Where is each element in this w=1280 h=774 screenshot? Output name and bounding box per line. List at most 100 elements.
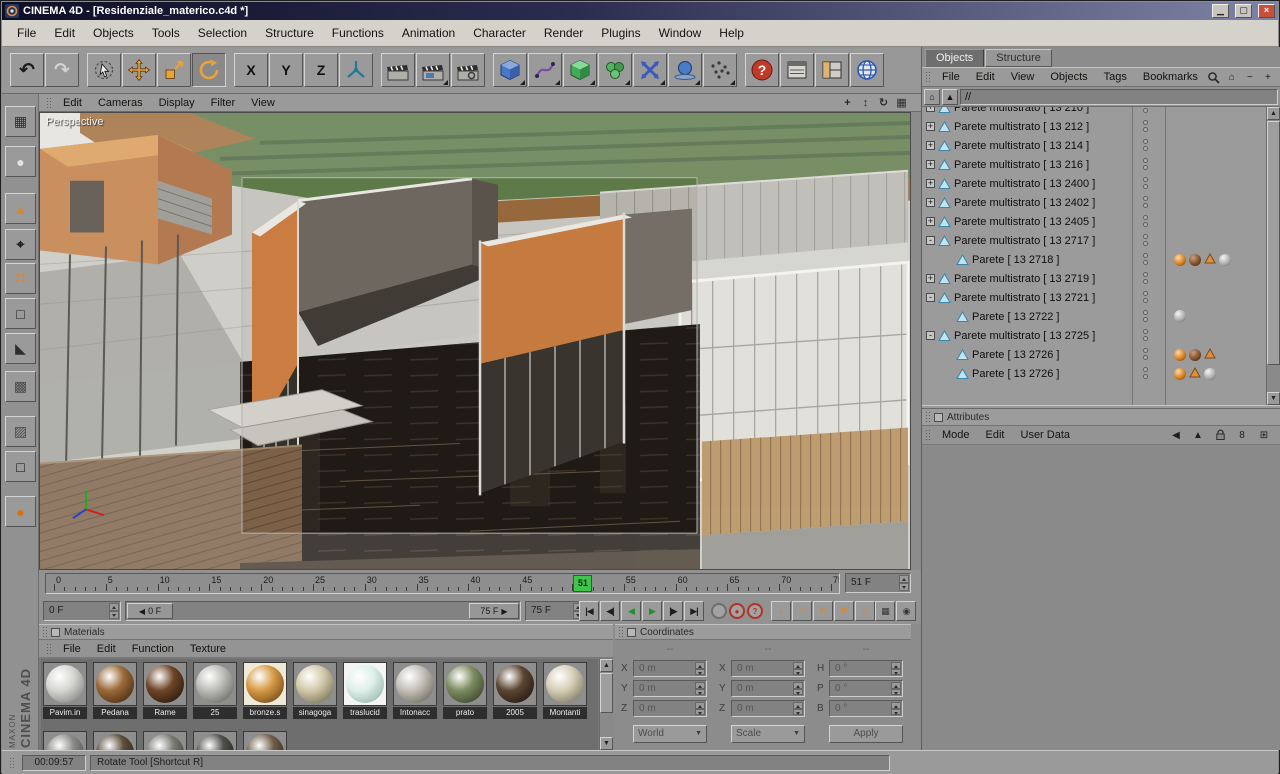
autokey-button[interactable]: ?: [747, 603, 763, 619]
object-row[interactable]: +Parete multistrato [ 13 2719 ]: [922, 269, 1266, 288]
menu-character[interactable]: Character: [464, 23, 535, 43]
key-position-button[interactable]: +: [771, 601, 791, 621]
add-deformer-button[interactable]: [633, 53, 667, 87]
render-visibility-dot[interactable]: [1143, 336, 1148, 341]
timeline-ruler[interactable]: 05101520253035404550556065707551: [45, 573, 840, 594]
object-manager-menu-file[interactable]: File: [934, 69, 968, 85]
render-visibility-dot[interactable]: [1143, 279, 1148, 284]
texture-tag-icon[interactable]: [1189, 254, 1201, 266]
live-selection-tool[interactable]: [87, 53, 121, 87]
home-icon[interactable]: ⌂: [1224, 70, 1240, 85]
tree-expand-toggle[interactable]: -: [926, 331, 935, 340]
expand-icon[interactable]: +: [1260, 70, 1276, 85]
editor-visibility-dot[interactable]: [1143, 196, 1148, 201]
add-modeling-button[interactable]: [598, 53, 632, 87]
material-item[interactable]: traslucid: [343, 662, 389, 719]
material-item[interactable]: bronze.s: [243, 662, 289, 719]
toggle-view-icon[interactable]: ▦: [894, 96, 909, 110]
undo-button[interactable]: ↶: [10, 53, 44, 87]
field-spinner[interactable]: [891, 702, 901, 715]
field-spinner[interactable]: [695, 662, 705, 675]
record-keyframe-button[interactable]: ●: [729, 603, 745, 619]
zoom-view-icon[interactable]: ↕: [858, 96, 873, 110]
material-item-partial[interactable]: [143, 731, 189, 750]
materials-menu-function[interactable]: Function: [124, 641, 182, 657]
texture-tag-icon[interactable]: [1174, 310, 1186, 322]
render-view-button[interactable]: [381, 53, 415, 87]
coordinates-pin[interactable]: [627, 628, 636, 637]
editor-visibility-dot[interactable]: [1143, 310, 1148, 315]
scroll-down-icon[interactable]: ▼: [1267, 392, 1280, 405]
layout-palette-button[interactable]: ▦: [5, 106, 36, 137]
viewport-menu-display[interactable]: Display: [151, 95, 203, 111]
material-item-partial[interactable]: [193, 731, 239, 750]
scroll-thumb[interactable]: [600, 673, 613, 713]
make-editable-button[interactable]: ▲: [5, 193, 36, 224]
render-picture-viewer-button[interactable]: [416, 53, 450, 87]
path-home-button[interactable]: ⌂: [924, 89, 940, 105]
object-row[interactable]: +Parete multistrato [ 13 210 ]: [922, 107, 1266, 117]
menu-help[interactable]: Help: [710, 23, 753, 43]
object-row[interactable]: -Parete multistrato [ 13 2721 ]: [922, 288, 1266, 307]
editor-visibility-dot[interactable]: [1143, 367, 1148, 372]
object-manager-menu-view[interactable]: View: [1003, 69, 1043, 85]
range-end-field[interactable]: 75 F: [525, 601, 585, 621]
scale-tool[interactable]: [157, 53, 191, 87]
polygons-mode-button[interactable]: ◣: [5, 333, 36, 364]
tree-expand-toggle[interactable]: +: [926, 179, 935, 188]
editor-visibility-dot[interactable]: [1143, 139, 1148, 144]
render-region-button[interactable]: □: [5, 451, 36, 482]
position-y-field[interactable]: 0 m: [633, 680, 707, 697]
materials-grip[interactable]: [42, 626, 48, 638]
attributes-grip[interactable]: [925, 411, 931, 423]
menu-animation[interactable]: Animation: [393, 23, 464, 43]
tree-expand-toggle[interactable]: +: [926, 160, 935, 169]
viewport-menu-filter[interactable]: Filter: [203, 95, 243, 111]
object-manager-grip[interactable]: [925, 71, 931, 83]
render-visibility-dot[interactable]: [1143, 317, 1148, 322]
content-browser-button[interactable]: [780, 53, 814, 87]
scroll-thumb[interactable]: [1267, 121, 1280, 365]
viewport-menu-edit[interactable]: Edit: [55, 95, 90, 111]
material-item-partial[interactable]: [93, 731, 139, 750]
texture-axis-button[interactable]: ▨: [5, 416, 36, 447]
mode-dropdown[interactable]: Scale: [731, 725, 805, 743]
coordinate-system-button[interactable]: [339, 53, 373, 87]
editor-visibility-dot[interactable]: [1143, 120, 1148, 125]
redo-button[interactable]: ↷: [45, 53, 79, 87]
editor-visibility-dot[interactable]: [1143, 158, 1148, 163]
field-spinner[interactable]: [891, 682, 901, 695]
texture-tag-icon[interactable]: [1219, 254, 1231, 266]
size-z-field[interactable]: 0 m: [731, 700, 805, 717]
close-button[interactable]: ×: [1258, 4, 1275, 18]
attributes-menu-mode[interactable]: Mode: [934, 427, 978, 443]
menu-tools[interactable]: Tools: [143, 23, 189, 43]
rotation-h-field[interactable]: 0 °: [829, 660, 903, 677]
menu-selection[interactable]: Selection: [189, 23, 256, 43]
space-dropdown[interactable]: World: [633, 725, 707, 743]
collapse-icon[interactable]: −: [1242, 70, 1258, 85]
add-nurbs-button[interactable]: [563, 53, 597, 87]
material-item[interactable]: prato: [443, 662, 489, 719]
menu-render[interactable]: Render: [535, 23, 592, 43]
scroll-up-icon[interactable]: ▲: [1267, 107, 1280, 120]
goto-start-button[interactable]: |◀: [579, 601, 599, 621]
object-row[interactable]: +Parete multistrato [ 13 2400 ]: [922, 174, 1266, 193]
texture-tag-icon[interactable]: [1174, 254, 1186, 266]
render-visibility-dot[interactable]: [1143, 108, 1148, 113]
lock-z-axis-button[interactable]: Z: [304, 53, 338, 87]
object-manager-menu-objects[interactable]: Objects: [1042, 69, 1095, 85]
render-visibility-dot[interactable]: [1143, 127, 1148, 132]
rotation-b-field[interactable]: 0 °: [829, 700, 903, 717]
size-y-field[interactable]: 0 m: [731, 680, 805, 697]
materials-pin[interactable]: [51, 628, 60, 637]
editor-visibility-dot[interactable]: [1143, 215, 1148, 220]
texture-tag-icon[interactable]: [1204, 368, 1216, 380]
position-x-field[interactable]: 0 m: [633, 660, 707, 677]
render-visibility-dot[interactable]: [1143, 298, 1148, 303]
viewport-grip[interactable]: [46, 97, 52, 109]
apply-button[interactable]: Apply: [829, 725, 903, 743]
editor-visibility-dot[interactable]: [1143, 272, 1148, 277]
material-item[interactable]: Intonacc: [393, 662, 439, 719]
range-right-handle[interactable]: 75 F▶: [469, 603, 519, 619]
